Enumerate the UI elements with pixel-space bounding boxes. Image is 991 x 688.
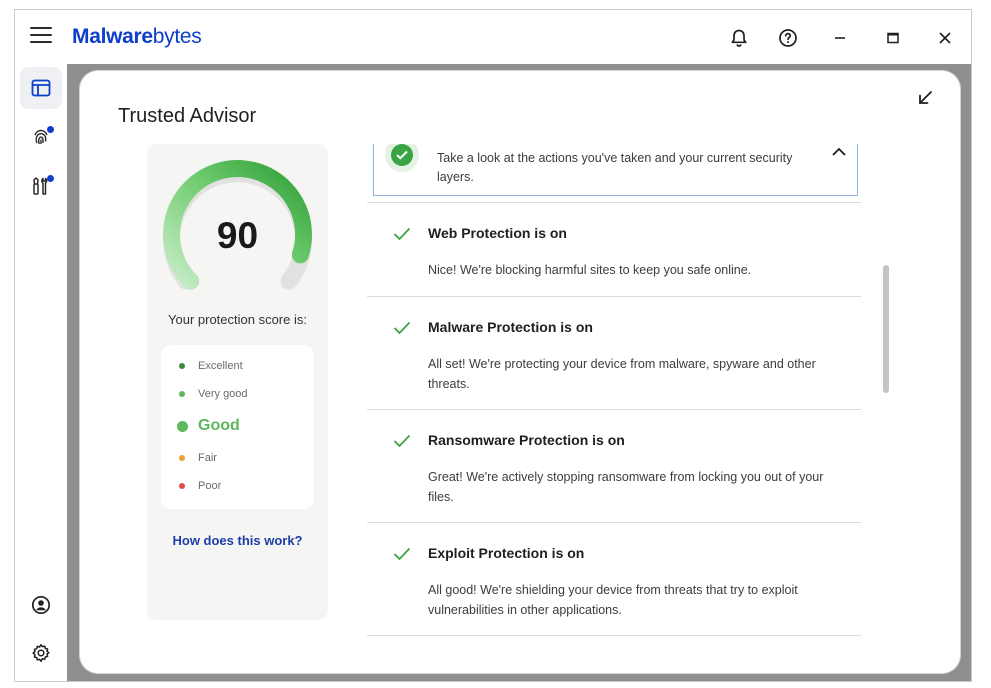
sidebar-item-tools[interactable]: [20, 165, 62, 207]
trusted-advisor-modal: Trusted Advisor 90 Your protection score…: [80, 71, 960, 673]
level-dot: [179, 363, 185, 369]
level-label: Very good: [198, 388, 248, 400]
check-icon: [393, 321, 411, 335]
logo-rest: bytes: [152, 25, 202, 48]
score-panel: 90 Your protection score is: Excellent V…: [147, 144, 328, 620]
notification-badge: [47, 126, 54, 133]
app-window: Malware bytes Trusted Advisor 90 Your pr…: [14, 9, 972, 682]
chevron-up-icon[interactable]: [829, 144, 849, 162]
list-item-ransomware-protection: Ransomware Protection is on Great! We're…: [367, 409, 861, 522]
item-description: All good! We're shielding your device fr…: [428, 583, 798, 617]
score-value: 90: [216, 215, 259, 256]
maximize-icon[interactable]: [879, 24, 907, 52]
sidebar-item-settings[interactable]: [20, 632, 62, 674]
level-dot: [179, 391, 185, 397]
list-item-web-protection: Web Protection is on Nice! We're blockin…: [367, 202, 861, 296]
level-label: Fair: [198, 452, 217, 464]
item-title: Ransomware Protection is on: [428, 432, 625, 448]
minimize-icon[interactable]: [826, 24, 854, 52]
level-label: Poor: [198, 480, 222, 492]
sidebar: [15, 64, 67, 681]
protection-list: Take a look at the actions you've taken …: [367, 144, 861, 656]
level-dot: [177, 420, 188, 432]
score-levels-card: Excellent Very good Good Fair Poor: [161, 345, 314, 509]
level-excellent: Excellent: [179, 360, 243, 372]
logo-prefix: M: [72, 25, 90, 48]
collapse-arrow-icon[interactable]: [912, 85, 938, 111]
item-title: Web Protection is on: [428, 225, 567, 241]
sidebar-item-identity[interactable]: [20, 116, 62, 158]
item-description: All set! We're protecting your device fr…: [428, 357, 816, 391]
level-dot: [179, 483, 185, 489]
item-title: Malware Protection is on: [428, 319, 593, 335]
summary-text: Take a look at the actions you've taken …: [437, 151, 793, 184]
level-dot: [179, 455, 185, 461]
malwarebytes-logo: Malware bytes: [72, 24, 202, 50]
level-very-good: Very good: [179, 388, 248, 400]
item-description: Nice! We're blocking harmful sites to ke…: [428, 263, 752, 277]
modal-title: Trusted Advisor: [118, 105, 257, 127]
sidebar-item-dashboard[interactable]: [20, 67, 62, 109]
bell-icon[interactable]: [725, 24, 753, 52]
check-icon: [393, 547, 411, 561]
gear-icon: [32, 644, 50, 662]
scrollbar-thumb[interactable]: [883, 265, 889, 393]
summary-card[interactable]: Take a look at the actions you've taken …: [373, 144, 858, 196]
help-icon[interactable]: [774, 24, 802, 52]
list-item-malware-protection: Malware Protection is on All set! We're …: [367, 296, 861, 409]
check-icon: [393, 227, 411, 241]
item-description: Great! We're actively stopping ransomwar…: [428, 470, 824, 504]
notification-badge: [47, 175, 54, 182]
level-label: Excellent: [198, 360, 243, 372]
account-icon: [31, 595, 51, 615]
level-label: Good: [198, 417, 240, 434]
logo-bold: alware: [89, 25, 153, 48]
list-item-next: [367, 635, 861, 656]
close-icon[interactable]: [931, 24, 959, 52]
dashboard-icon: [31, 79, 51, 97]
level-good-current: Good: [177, 417, 240, 435]
level-fair: Fair: [179, 452, 217, 464]
hamburger-menu-icon[interactable]: [30, 27, 52, 47]
level-poor: Poor: [179, 480, 221, 492]
list-item-exploit-protection: Exploit Protection is on All good! We're…: [367, 522, 861, 635]
item-title: Exploit Protection is on: [428, 545, 585, 561]
score-label: Your protection score is:: [168, 312, 307, 327]
sidebar-item-account[interactable]: [20, 584, 62, 626]
title-bar: Malware bytes: [15, 10, 971, 64]
summary-check-icon: [385, 144, 419, 172]
check-icon: [393, 434, 411, 448]
how-does-this-work-link[interactable]: How does this work?: [147, 533, 328, 548]
